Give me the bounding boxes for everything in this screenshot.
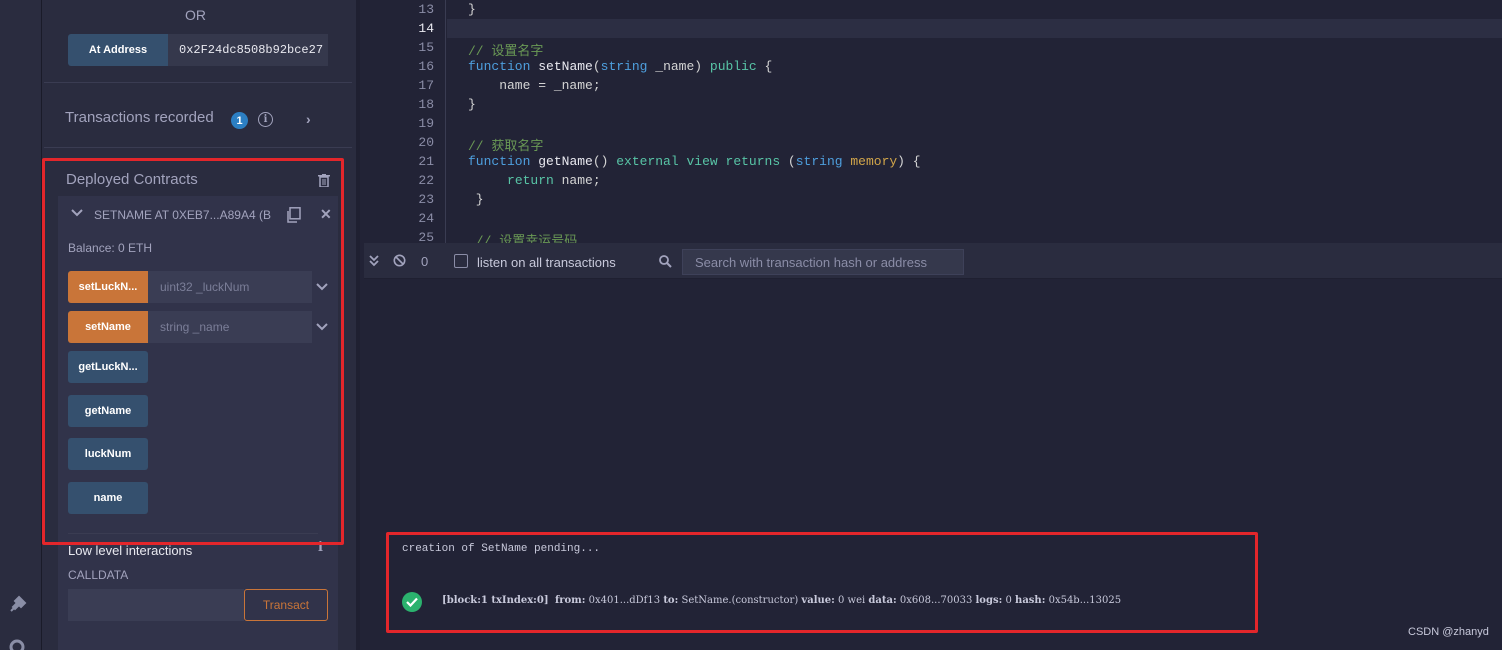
or-label: OR	[185, 7, 206, 23]
line-number: 18	[418, 97, 434, 112]
collapse-terminal-icon[interactable]	[369, 255, 379, 270]
chevron-right-icon[interactable]: ›	[306, 111, 311, 127]
code-line: // 设置名字	[468, 44, 544, 59]
calldata-input[interactable]	[68, 589, 244, 621]
transactions-count-badge: 1	[231, 112, 248, 129]
listen-all-checkbox[interactable]	[454, 254, 468, 268]
line-number: 21	[418, 154, 434, 169]
at-address-input[interactable]: 0x2F24dc8508b92bce27	[168, 34, 328, 66]
line-number: 15	[418, 40, 434, 55]
transactions-recorded-label[interactable]: Transactions recorded	[65, 109, 214, 126]
code-line: }	[468, 2, 476, 17]
line-number: 23	[418, 192, 434, 207]
code-line: }	[468, 97, 476, 112]
code-line: function getName() external view returns…	[468, 154, 921, 169]
pending-tx-count: 0	[421, 254, 429, 269]
plugin-icon[interactable]	[6, 594, 28, 616]
low-level-interactions-title: Low level interactions	[68, 543, 193, 558]
highlight-terminal-output	[386, 532, 1258, 633]
info-icon[interactable]: i	[258, 112, 273, 127]
code-editor[interactable]: 13 14 15 16 17 18 19 20 21 22 23 24 25 }…	[364, 0, 1502, 243]
code-line: // 获取名字	[468, 139, 544, 154]
clear-console-icon[interactable]	[393, 254, 406, 270]
line-number: 25	[418, 230, 434, 243]
line-number: 24	[418, 211, 434, 226]
highlight-deployed-contracts	[42, 158, 344, 545]
search-icon	[659, 255, 672, 271]
search-input[interactable]: Search with transaction hash or address	[682, 249, 964, 275]
line-number: 14	[418, 21, 434, 36]
at-address-button[interactable]: At Address	[68, 34, 168, 66]
icon-rail	[0, 0, 42, 650]
code-line: }	[468, 192, 484, 207]
current-line-highlight	[447, 19, 1502, 38]
listen-all-label: listen on all transactions	[477, 255, 616, 270]
line-number: 13	[418, 2, 434, 17]
code-line: name = _name;	[468, 78, 601, 93]
line-number: 20	[418, 135, 434, 150]
transact-button[interactable]: Transact	[244, 589, 328, 621]
line-number: 19	[418, 116, 434, 131]
calldata-label: CALLDATA	[68, 568, 129, 582]
settings-icon[interactable]	[6, 636, 28, 650]
code-line: return name;	[507, 173, 601, 188]
line-number: 16	[418, 59, 434, 74]
code-line: // 设置幸运号码	[468, 234, 578, 243]
divider	[44, 82, 352, 83]
watermark: CSDN @zhanyd	[1408, 626, 1489, 638]
line-number: 17	[418, 78, 434, 93]
code-line: function setName(string _name) public {	[468, 59, 773, 74]
line-number: 22	[418, 173, 434, 188]
divider	[44, 147, 352, 148]
